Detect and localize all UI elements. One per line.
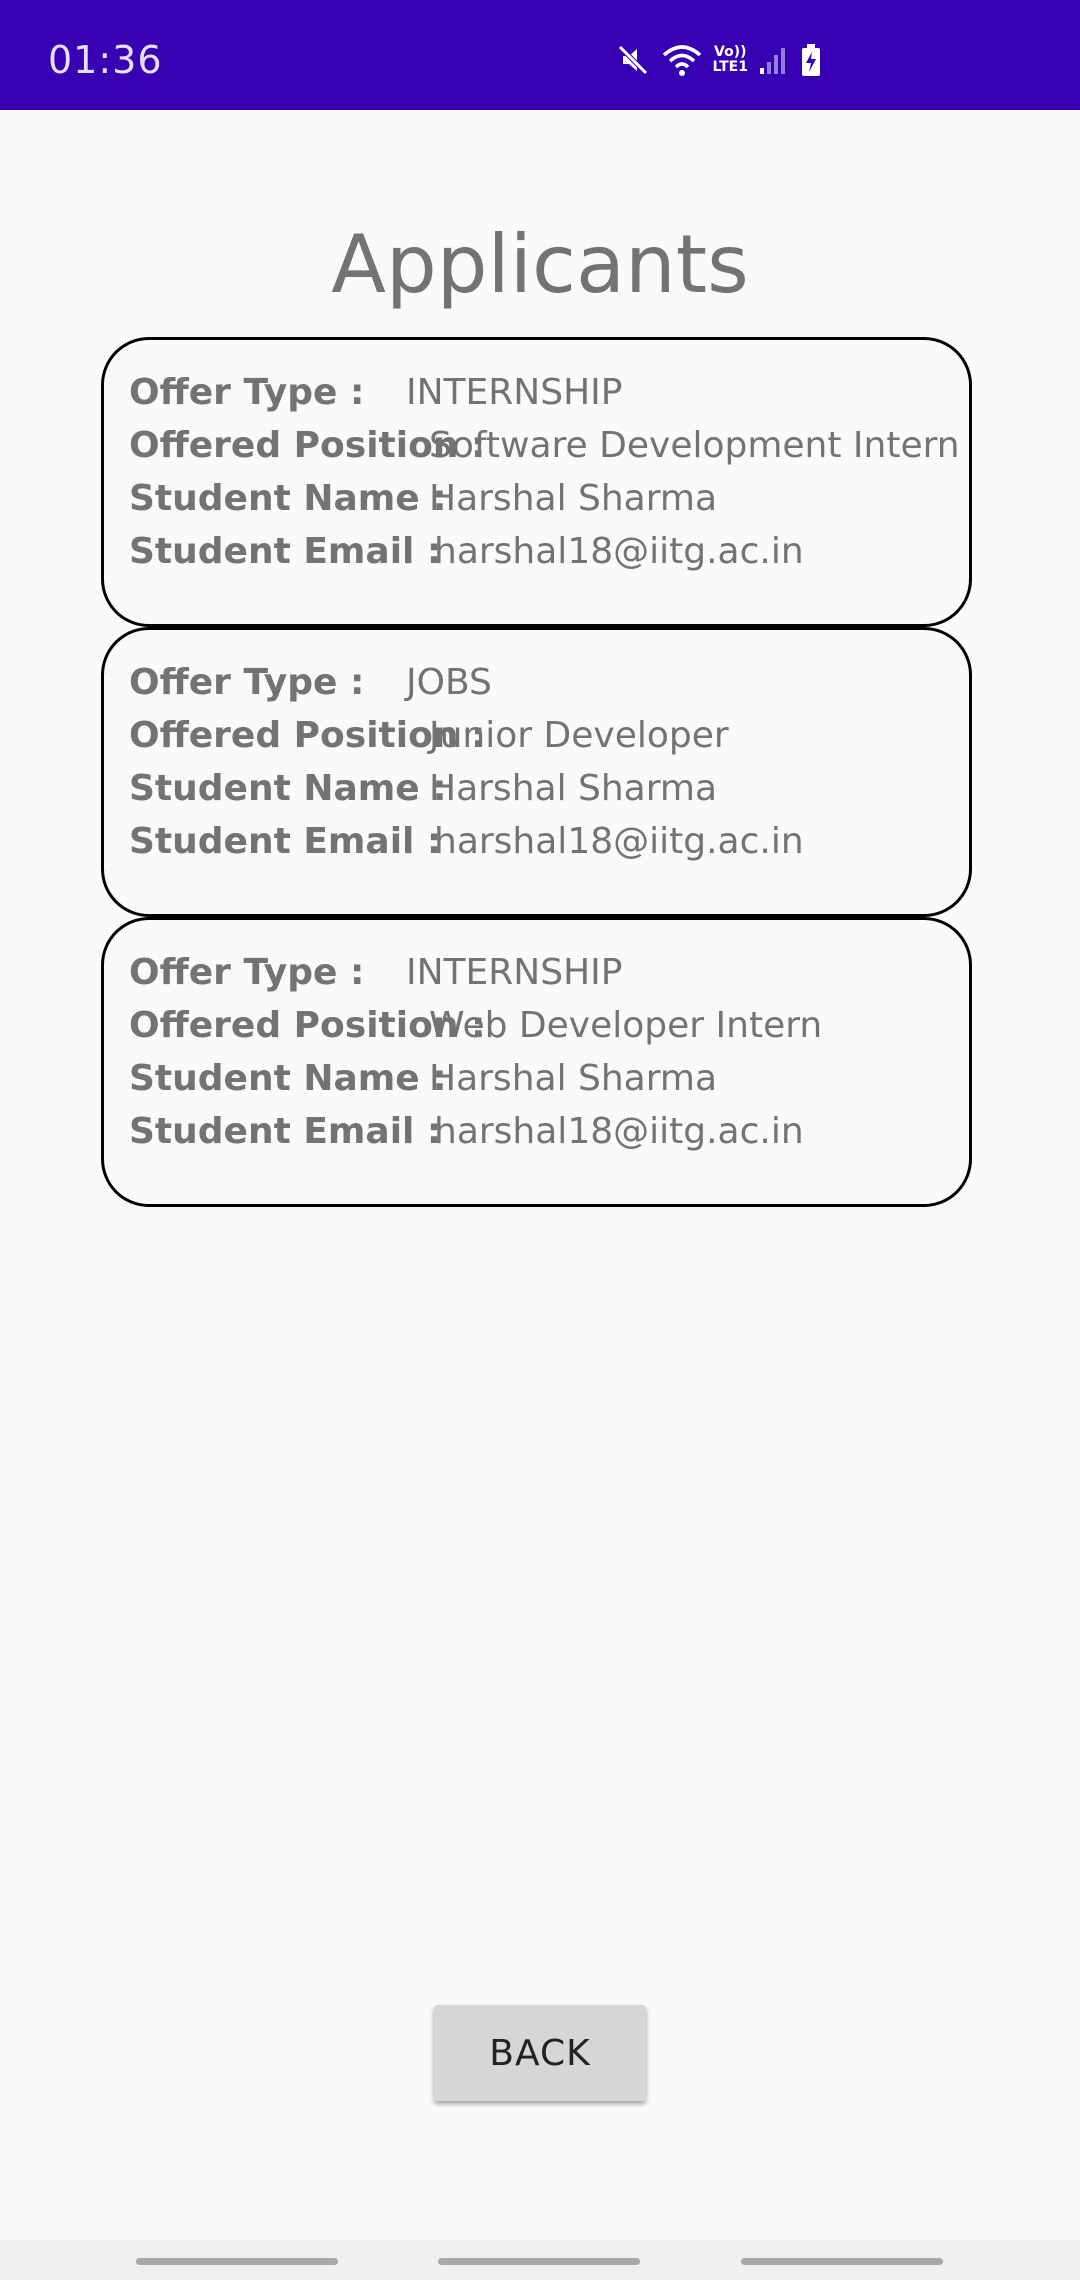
navigation-bar <box>0 2240 1080 2280</box>
offered-position-value: Software Development Intern <box>429 425 960 466</box>
wifi-icon <box>661 42 703 78</box>
student-name-value: Harshal Sharma <box>429 768 718 809</box>
offered-position-value: Junior Developer <box>429 715 729 756</box>
status-icons: Vo)) LTE1 <box>615 40 822 80</box>
offer-type-value: INTERNSHIP <box>406 952 623 993</box>
offer-type-label: Offer Type : <box>129 372 365 413</box>
volte-bottom-text: LTE1 <box>712 59 748 75</box>
offer-type-value: INTERNSHIP <box>406 372 623 413</box>
applicant-card[interactable]: Offer Type : JOBS Offered Position : Jun… <box>101 627 972 917</box>
student-name-value: Harshal Sharma <box>429 478 718 519</box>
student-name-value: Harshal Sharma <box>429 1058 718 1099</box>
status-bar: 01:36 Vo)) LTE1 <box>0 0 1080 110</box>
status-time: 01:36 <box>48 38 163 82</box>
offered-position-value: Web Developer Intern <box>429 1005 823 1046</box>
student-name-label: Student Name : <box>129 1058 447 1099</box>
offer-type-label: Offer Type : <box>129 952 365 993</box>
signal-icon <box>758 44 790 76</box>
student-email-value: harshal18@iitg.ac.in <box>434 1111 804 1152</box>
nav-recents-handle[interactable] <box>136 2258 338 2265</box>
student-email-label: Student Email : <box>129 531 442 572</box>
student-email-label: Student Email : <box>129 821 442 862</box>
mute-icon <box>615 42 651 78</box>
applicant-card[interactable]: Offer Type : INTERNSHIP Offered Position… <box>101 337 972 627</box>
applicant-card[interactable]: Offer Type : INTERNSHIP Offered Position… <box>101 917 972 1207</box>
page-title: Applicants <box>331 218 749 311</box>
student-email-value: harshal18@iitg.ac.in <box>434 821 804 862</box>
student-name-label: Student Name : <box>129 478 447 519</box>
volte-top-text: Vo)) <box>714 44 747 60</box>
student-name-label: Student Name : <box>129 768 447 809</box>
offer-type-label: Offer Type : <box>129 662 365 703</box>
back-button[interactable]: BACK <box>434 2005 646 2101</box>
student-email-label: Student Email : <box>129 1111 442 1152</box>
volte-icon: Vo)) LTE1 <box>713 45 748 75</box>
student-email-value: harshal18@iitg.ac.in <box>434 531 804 572</box>
nav-home-handle[interactable] <box>438 2258 640 2265</box>
battery-charging-icon <box>800 43 822 77</box>
nav-back-handle[interactable] <box>741 2258 943 2265</box>
offer-type-value: JOBS <box>406 662 492 703</box>
